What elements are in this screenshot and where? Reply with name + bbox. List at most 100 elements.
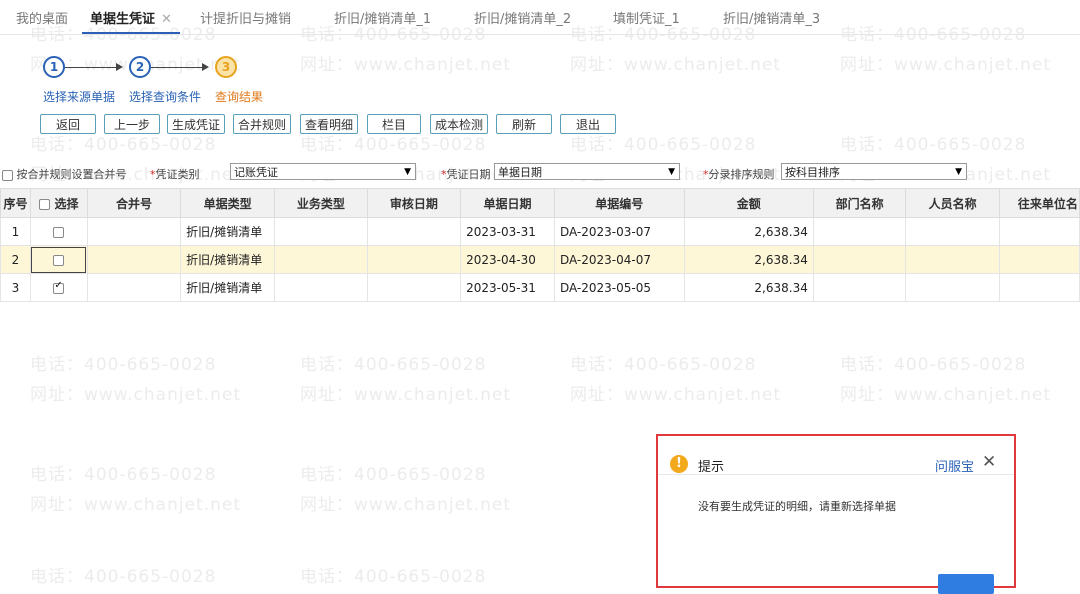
voucher-type-label-text: 凭证类别: [155, 168, 200, 181]
col-biz-type[interactable]: 业务类型: [274, 188, 368, 218]
tab-depreciation[interactable]: 计提折旧与摊销: [200, 8, 291, 32]
cell-amount: 2,638.34: [683, 217, 814, 246]
voucher-date-select[interactable]: 单据日期 ▼: [494, 163, 680, 180]
generate-voucher-button[interactable]: 生成凭证: [167, 114, 225, 134]
dialog-header[interactable]: ! 提示 问服宝 ✕: [658, 436, 1014, 475]
tab-label: 我的桌面: [16, 12, 69, 27]
cell-merge-no[interactable]: [86, 217, 182, 246]
alert-dialog: ! 提示 问服宝 ✕ 没有要生成凭证的明细，请重新选择单据: [656, 434, 1016, 594]
cell-doc-type: 折旧/摊销清单: [180, 245, 276, 274]
watermark-phone: 电话：400-665-0028: [30, 567, 217, 587]
chevron-down-icon: ▼: [668, 167, 675, 177]
row-checkbox[interactable]: [53, 226, 65, 238]
col-doc-date[interactable]: 单据日期: [460, 188, 555, 218]
cell-doc-date: 2023-03-31: [460, 217, 555, 246]
step-2-circle: 2: [129, 56, 151, 78]
col-amount[interactable]: 金额: [683, 188, 814, 218]
col-doc-no[interactable]: 单据编号: [553, 188, 685, 218]
cell-doc-date: 2023-04-30: [460, 245, 555, 274]
watermark-site: 网址：www.chanjet.net: [570, 385, 782, 405]
tab-my-desktop[interactable]: 我的桌面: [16, 8, 68, 32]
cell-merge-no[interactable]: [86, 273, 182, 302]
sort-rule-select[interactable]: 按科目排序 ▼: [781, 163, 967, 180]
cell-doc-type: 折旧/摊销清单: [180, 273, 276, 302]
select-all-checkbox[interactable]: [39, 198, 51, 210]
voucher-type-select[interactable]: 记账凭证 ▼: [230, 163, 416, 180]
merge-rule-button[interactable]: 合并规则: [233, 114, 291, 134]
cell-person: [905, 217, 1000, 246]
refresh-button[interactable]: 刷新: [496, 114, 552, 134]
cost-check-button[interactable]: 成本检测: [430, 114, 488, 134]
table-header-row: 序号 选择 合并号 单据类型 业务类型 审核日期 单据日期 单据编号 金额 部门…: [0, 188, 1080, 218]
table-row[interactable]: 1 折旧/摊销清单 2023-03-31 DA-2023-03-07 2,638…: [0, 217, 1080, 246]
cell-biz-type: [274, 245, 368, 274]
merge-checkbox[interactable]: [2, 169, 13, 181]
cell-amount: 2,638.34: [683, 273, 814, 302]
cell-select[interactable]: [29, 245, 88, 274]
col-person[interactable]: 人员名称: [905, 188, 1000, 218]
watermark-site: 网址：www.chanjet.net: [300, 495, 512, 515]
dialog-title: 提示: [698, 460, 725, 475]
tab-label: 填制凭证_1: [613, 12, 680, 27]
cell-select[interactable]: [29, 217, 88, 246]
cell-merge-no[interactable]: [86, 245, 182, 274]
cell-doc-date: 2023-05-31: [460, 273, 555, 302]
cell-person: [905, 245, 1000, 274]
cell-biz-type: [274, 273, 368, 302]
col-doc-type[interactable]: 单据类型: [180, 188, 276, 218]
step-2-label[interactable]: 选择查询条件: [129, 88, 201, 105]
sort-rule-value: 按科目排序: [785, 166, 840, 179]
cell-audit-date: [366, 273, 462, 302]
col-partner[interactable]: 往来单位名: [998, 188, 1080, 218]
tab-label: 折旧/摊销清单_2: [474, 12, 572, 27]
arrow-right-icon: [202, 63, 209, 71]
chevron-down-icon: ▼: [404, 167, 411, 177]
step-connector: [151, 67, 203, 68]
dialog-confirm-button[interactable]: [938, 574, 994, 594]
col-select[interactable]: 选择: [29, 188, 88, 218]
watermark-site: 网址：www.chanjet.net: [30, 385, 242, 405]
table-row[interactable]: 2 折旧/摊销清单 2023-04-30 DA-2023-04-07 2,638…: [0, 245, 1080, 274]
step-3-circle: 3: [215, 56, 237, 78]
back-button[interactable]: 返回: [40, 114, 96, 134]
help-link[interactable]: 问服宝: [935, 456, 974, 475]
tab-fill-voucher-1[interactable]: 填制凭证_1: [613, 8, 680, 32]
watermark-phone: 电话：400-665-0028: [840, 135, 1027, 155]
tab-depreciation-list-1[interactable]: 折旧/摊销清单_1: [334, 8, 431, 32]
merge-checkbox-label: 按合并规则设置合并号: [16, 168, 127, 181]
col-dept[interactable]: 部门名称: [812, 188, 907, 218]
table-row[interactable]: 3 折旧/摊销清单 2023-05-31 DA-2023-05-05 2,638…: [0, 273, 1080, 302]
tab-label: 计提折旧与摊销: [200, 12, 292, 27]
watermark-phone: 电话：400-665-0028: [300, 355, 487, 375]
cell-partner: [998, 273, 1080, 302]
watermark-phone: 电话：400-665-0028: [30, 465, 217, 485]
previous-step-button[interactable]: 上一步: [104, 114, 160, 134]
row-checkbox-checked[interactable]: [53, 280, 65, 294]
merge-option[interactable]: 按合并规则设置合并号: [2, 166, 127, 182]
col-audit-date[interactable]: 审核日期: [366, 188, 462, 218]
close-icon[interactable]: ✕: [161, 12, 172, 27]
row-checkbox[interactable]: [53, 254, 65, 266]
voucher-type-label: *凭证类别: [150, 166, 200, 182]
tab-bar: 我的桌面 单据生凭证 ✕ 计提折旧与摊销 折旧/摊销清单_1 折旧/摊销清单_2 …: [0, 0, 1080, 35]
tab-label: 折旧/摊销清单_1: [334, 12, 432, 27]
col-seq[interactable]: 序号: [0, 188, 31, 218]
view-detail-button[interactable]: 查看明细: [300, 114, 358, 134]
cell-partner: [998, 245, 1080, 274]
watermark-site: 网址：www.chanjet.net: [30, 495, 242, 515]
col-merge-no[interactable]: 合并号: [86, 188, 182, 218]
dialog-message: 没有要生成凭证的明细，请重新选择单据: [698, 500, 896, 513]
chevron-down-icon: ▼: [955, 167, 962, 177]
watermark-phone: 电话：400-665-0028: [300, 567, 487, 587]
columns-button[interactable]: 栏目: [367, 114, 421, 134]
close-icon[interactable]: ✕: [982, 452, 996, 472]
watermark-site: 网址：www.chanjet.net: [300, 55, 512, 75]
cell-dept: [812, 217, 907, 246]
tab-depreciation-list-3[interactable]: 折旧/摊销清单_3: [723, 8, 820, 32]
step-1-label[interactable]: 选择来源单据: [43, 88, 115, 105]
tab-depreciation-list-2[interactable]: 折旧/摊销清单_2: [474, 8, 571, 32]
cell-select[interactable]: [29, 273, 88, 302]
sort-rule-label-text: 分录排序规则: [708, 168, 775, 181]
tab-voucher-from-docs[interactable]: 单据生凭证 ✕: [82, 8, 180, 34]
exit-button[interactable]: 退出: [560, 114, 616, 134]
